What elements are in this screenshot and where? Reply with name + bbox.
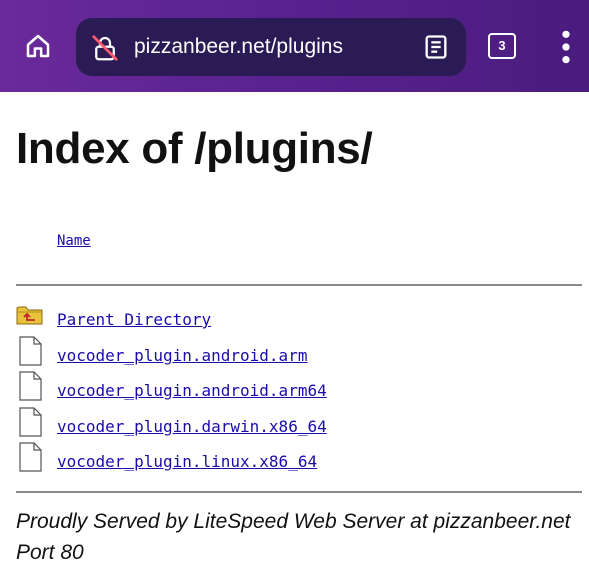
file-link[interactable]: vocoder_plugin.android.arm	[57, 346, 307, 365]
file-link[interactable]: vocoder_plugin.android.arm64	[57, 381, 327, 400]
tab-switcher-button[interactable]: 3	[488, 33, 516, 59]
parent-directory-link[interactable]: Parent Directory	[57, 310, 211, 329]
file-icon	[19, 371, 42, 401]
not-secure-lock-icon[interactable]	[90, 33, 120, 63]
url-text[interactable]: pizzanbeer.net/plugins	[134, 18, 343, 76]
page-title: Index of /plugins/	[16, 124, 373, 173]
list-item: vocoder_plugin.android.arm	[16, 335, 576, 372]
file-link[interactable]: vocoder_plugin.linux.x86_64	[57, 452, 317, 471]
list-item: vocoder_plugin.darwin.x86_64	[16, 406, 576, 443]
reader-mode-icon[interactable]	[422, 33, 450, 61]
divider-bottom	[16, 491, 582, 493]
list-item: vocoder_plugin.android.arm64	[16, 371, 576, 407]
server-signature: Proudly Served by LiteSpeed Web Server a…	[16, 510, 571, 564]
directory-listing: Parent Directory vocoder_plugin.android.…	[16, 300, 576, 478]
home-button[interactable]	[20, 28, 56, 64]
list-item: Parent Directory	[16, 300, 576, 336]
tab-count: 3	[488, 33, 516, 59]
list-item: vocoder_plugin.linux.x86_64	[16, 442, 576, 478]
file-icon	[19, 406, 42, 437]
file-link[interactable]: vocoder_plugin.darwin.x86_64	[57, 417, 327, 436]
home-icon	[26, 34, 50, 58]
divider-top	[16, 284, 582, 286]
address-bar[interactable]: pizzanbeer.net/plugins	[76, 18, 466, 76]
more-vert-icon[interactable]	[556, 28, 576, 66]
file-icon	[19, 335, 42, 366]
parent-folder-icon	[16, 306, 43, 325]
file-icon	[19, 442, 42, 472]
sort-by-name-link[interactable]: Name	[57, 233, 91, 249]
browser-toolbar: pizzanbeer.net/plugins 3	[0, 0, 589, 92]
